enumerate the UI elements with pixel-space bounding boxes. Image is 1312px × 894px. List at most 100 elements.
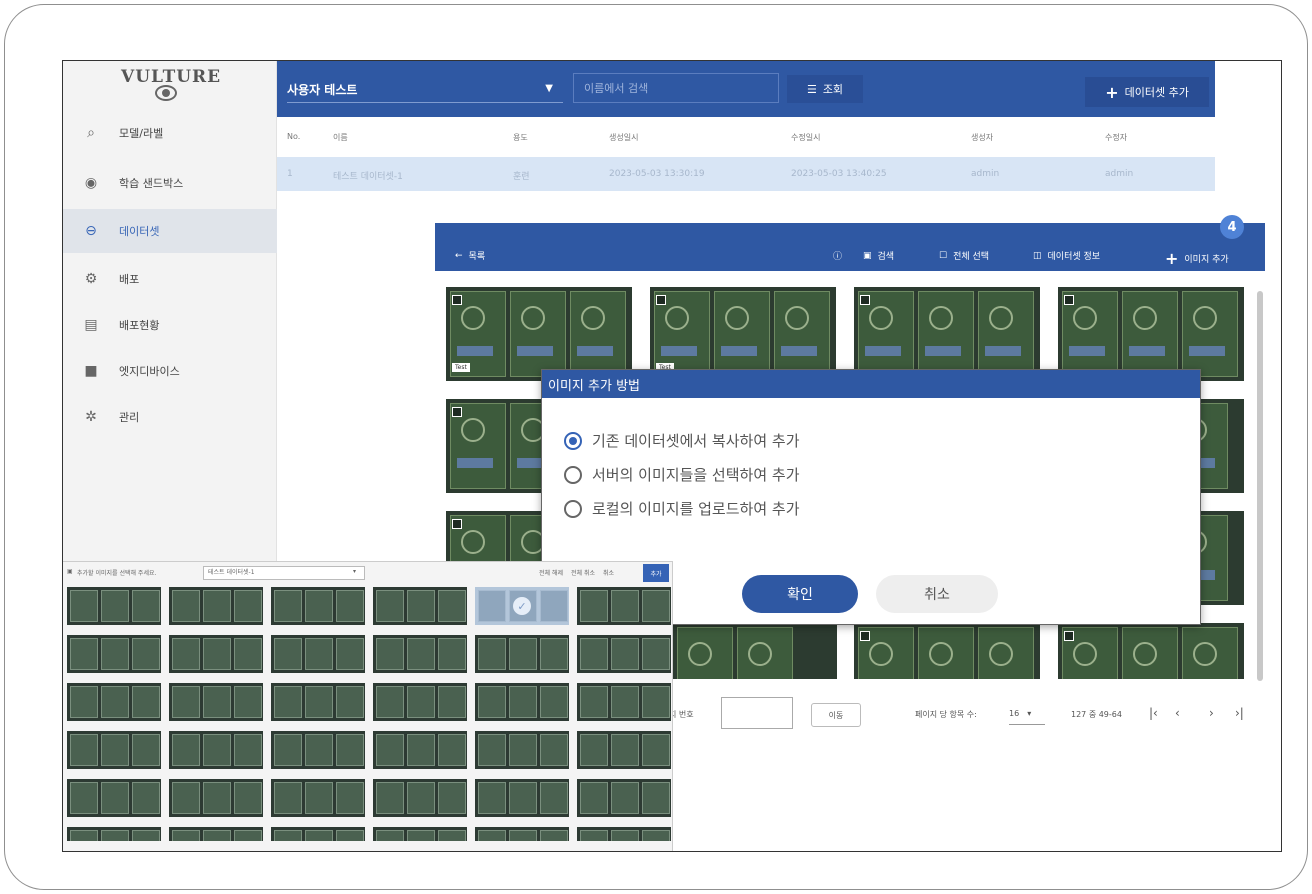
- picker-image-tile[interactable]: [169, 731, 263, 769]
- picker-image-tile[interactable]: [577, 587, 671, 625]
- picker-image-tile[interactable]: [577, 779, 671, 817]
- picker-dataset-select[interactable]: 테스트 데이터셋-1: [203, 566, 365, 580]
- tile-checkbox[interactable]: [452, 519, 462, 529]
- picker-image-tile[interactable]: [475, 731, 569, 769]
- picker-image-tile[interactable]: [169, 587, 263, 625]
- image-search-icon: ▣: [863, 250, 872, 261]
- option-upload-local-images[interactable]: 로컬의 이미지를 업로드하여 추가: [564, 498, 800, 519]
- picker-image-tile[interactable]: [577, 827, 671, 841]
- picker-image-tile[interactable]: [271, 731, 365, 769]
- info-icon[interactable]: ⓘ: [833, 249, 842, 262]
- pcb-image: [540, 782, 568, 814]
- cancel-button[interactable]: 취소: [876, 575, 998, 613]
- page-number-input[interactable]: [721, 697, 793, 729]
- picker-image-tile[interactable]: [169, 635, 263, 673]
- image-tile[interactable]: Test: [650, 287, 836, 381]
- sidebar-item-edge-device[interactable]: ■ 엣지디바이스: [63, 349, 277, 393]
- picker-image-tile[interactable]: [577, 731, 671, 769]
- picker-image-tile[interactable]: [577, 683, 671, 721]
- option-copy-from-dataset[interactable]: 기존 데이터셋에서 복사하여 추가: [564, 430, 800, 451]
- picker-image-tile[interactable]: [67, 587, 161, 625]
- radio-icon[interactable]: [564, 499, 582, 518]
- picker-image-tile[interactable]: [67, 683, 161, 721]
- sidebar-item-model-label[interactable]: ⌕ 모델/라벨: [63, 111, 277, 155]
- picker-image-tile[interactable]: [67, 635, 161, 673]
- image-tile[interactable]: [854, 623, 1040, 679]
- picker-image-tile[interactable]: [373, 635, 467, 673]
- tile-checkbox[interactable]: [1064, 295, 1074, 305]
- pcb-image: [336, 782, 364, 814]
- per-page-select[interactable]: 16 ▾: [1009, 703, 1045, 725]
- tile-checkbox[interactable]: [452, 407, 462, 417]
- radio-icon[interactable]: [564, 465, 582, 484]
- pcb-image: [478, 638, 506, 670]
- add-dataset-button[interactable]: + 데이터셋 추가: [1085, 77, 1209, 107]
- scrollbar[interactable]: [1257, 291, 1263, 681]
- sidebar-item-sandbox[interactable]: ◉ 학습 샌드박스: [63, 161, 277, 205]
- image-tile[interactable]: [1058, 287, 1244, 381]
- tile-checkbox[interactable]: [860, 295, 870, 305]
- picker-image-tile[interactable]: [169, 779, 263, 817]
- picker-image-tile[interactable]: [67, 779, 161, 817]
- query-button[interactable]: ☰ 조회: [787, 75, 863, 103]
- picker-image-tile[interactable]: [475, 683, 569, 721]
- sidebar-item-deploy-status[interactable]: ▤ 배포현황: [63, 303, 277, 347]
- go-button[interactable]: 이동: [811, 703, 861, 727]
- picker-cancel[interactable]: 취소: [603, 568, 614, 577]
- prev-page-icon[interactable]: ‹: [1175, 706, 1180, 720]
- tile-checkbox[interactable]: [1064, 631, 1074, 641]
- pcb-image: [70, 830, 98, 841]
- sidebar-item-dataset[interactable]: ⊖ 데이터셋: [63, 209, 277, 253]
- last-page-icon[interactable]: ›|: [1235, 706, 1244, 720]
- tile-checkbox[interactable]: [656, 295, 666, 305]
- picker-image-tile[interactable]: [475, 635, 569, 673]
- radio-selected-icon[interactable]: [564, 431, 582, 450]
- picker-image-tile[interactable]: ✓: [475, 587, 569, 625]
- select-all-button[interactable]: ☐ 전체 선택: [939, 249, 989, 263]
- picker-image-tile[interactable]: [67, 827, 161, 841]
- image-tile[interactable]: [673, 623, 837, 679]
- picker-image-tile[interactable]: [169, 827, 263, 841]
- picker-image-tile[interactable]: [373, 827, 467, 841]
- sidebar-item-deploy[interactable]: ⚙ 배포: [63, 257, 277, 301]
- tile-checkbox[interactable]: [452, 295, 462, 305]
- table-row[interactable]: 1 테스트 데이터셋-1 훈련 2023-05-03 13:30:19 2023…: [277, 157, 1215, 191]
- picker-page-select[interactable]: 전체 취소: [571, 568, 595, 577]
- chevron-down-icon: ▼: [545, 83, 553, 94]
- picker-image-tile[interactable]: [271, 587, 365, 625]
- picker-select-all[interactable]: 전체 해제: [539, 568, 563, 577]
- arrow-left-icon: ←: [455, 250, 463, 261]
- picker-image-tile[interactable]: [373, 779, 467, 817]
- picker-image-tile[interactable]: [475, 779, 569, 817]
- add-image-button[interactable]: + 이미지 추가: [1165, 249, 1229, 268]
- picker-image-tile[interactable]: [577, 635, 671, 673]
- picker-image-tile[interactable]: [271, 683, 365, 721]
- first-page-icon[interactable]: |‹: [1149, 706, 1158, 720]
- picker-image-tile[interactable]: [373, 683, 467, 721]
- picker-image-tile[interactable]: [271, 827, 365, 841]
- search-input[interactable]: [573, 73, 779, 103]
- back-to-list-button[interactable]: ← 목록: [455, 249, 485, 263]
- picker-image-tile[interactable]: [373, 587, 467, 625]
- picker-image-tile[interactable]: [169, 683, 263, 721]
- dataset-info-button[interactable]: ◫ 데이터셋 정보: [1033, 249, 1100, 263]
- pcb-image: [203, 830, 231, 841]
- pcb-image: [478, 782, 506, 814]
- picker-image-tile[interactable]: [271, 779, 365, 817]
- image-tile[interactable]: Test: [446, 287, 632, 381]
- tile-checkbox[interactable]: [860, 631, 870, 641]
- confirm-button[interactable]: 확인: [742, 575, 858, 613]
- picker-image-tile[interactable]: [67, 731, 161, 769]
- picker-add-button[interactable]: 추가: [643, 564, 669, 582]
- picker-image-tile[interactable]: [475, 827, 569, 841]
- image-tile[interactable]: [854, 287, 1040, 381]
- next-page-icon[interactable]: ›: [1209, 706, 1214, 720]
- picker-image-tile[interactable]: [373, 731, 467, 769]
- option-select-server-images[interactable]: 서버의 이미지들을 선택하여 추가: [564, 464, 800, 485]
- picker-image-tile[interactable]: [271, 635, 365, 673]
- image-tile[interactable]: [1058, 623, 1244, 679]
- sidebar-item-settings[interactable]: ✲ 관리: [63, 395, 277, 439]
- project-select[interactable]: 사용자 테스트 ▼: [287, 77, 563, 103]
- image-search-button[interactable]: ▣ 검색: [863, 249, 894, 263]
- column-header: 수정일시: [791, 133, 821, 142]
